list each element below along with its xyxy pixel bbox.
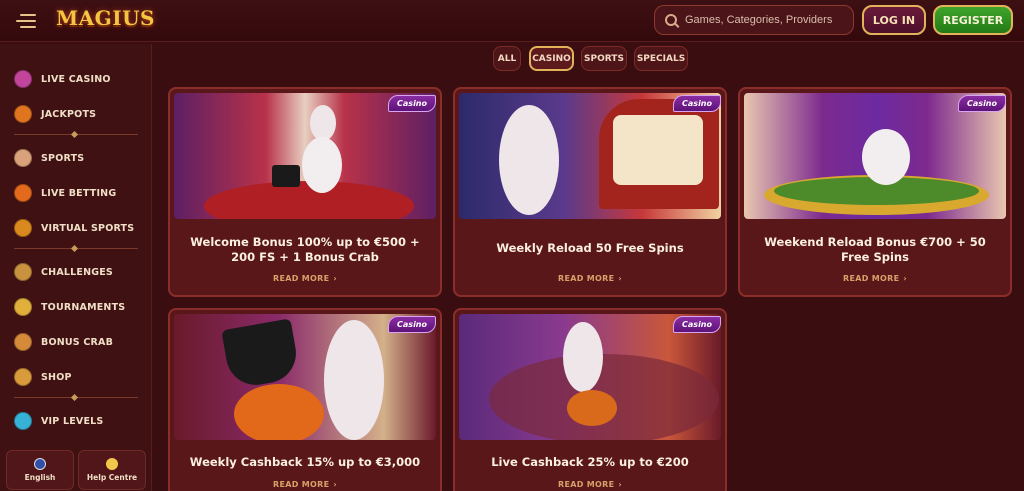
category-badge: Casino [673, 316, 721, 333]
challenges-icon [14, 263, 32, 281]
read-more-label: READ MORE [273, 480, 330, 489]
read-more-label: READ MORE [843, 274, 900, 283]
sidebar-item-jackpots[interactable]: JACKPOTS [14, 103, 96, 125]
help-centre-button[interactable]: Help Centre [78, 450, 146, 490]
login-button[interactable]: LOG IN [862, 5, 926, 35]
filter-sports[interactable]: SPORTS [581, 46, 627, 71]
chat-icon [106, 458, 118, 470]
filter-all[interactable]: ALL [493, 46, 521, 71]
read-more-link[interactable]: READ MORE › [740, 274, 1010, 283]
sidebar-item-label: BONUS CRAB [41, 336, 114, 348]
promo-title: Weekly Cashback 15% up to €3,000 [189, 455, 421, 469]
virtual-sports-icon [14, 219, 32, 237]
category-badge: Casino [673, 95, 721, 112]
sidebar-item-shop[interactable]: SHOP [14, 366, 72, 388]
sidebar-item-label: VIRTUAL SPORTS [41, 222, 135, 234]
sidebar-item-label: TOURNAMENTS [41, 301, 126, 313]
chevron-right-icon: › [618, 274, 622, 283]
live-casino-icon [14, 70, 32, 88]
help-label: Help Centre [86, 473, 138, 482]
sidebar-item-label: SPORTS [41, 152, 85, 164]
sidebar-item-vip-levels[interactable]: VIP LEVELS [14, 410, 103, 432]
category-badge: Casino [388, 316, 436, 333]
sidebar-item-label: JACKPOTS [41, 108, 97, 120]
register-button[interactable]: REGISTER [933, 5, 1013, 35]
promo-title: Welcome Bonus 100% up to €500 + 200 FS +… [190, 235, 420, 264]
read-more-label: READ MORE [558, 480, 615, 489]
filter-specials[interactable]: SPECIALS [634, 46, 688, 71]
jackpots-icon [14, 105, 32, 123]
filter-casino[interactable]: CASINO [529, 46, 574, 71]
sidebar-item-tournaments[interactable]: TOURNAMENTS [14, 296, 125, 318]
read-more-link[interactable]: READ MORE › [455, 480, 725, 489]
promo-card[interactable]: Casino Weekly Reload 50 Free Spins READ … [453, 87, 727, 297]
promo-card[interactable]: Casino Weekly Cashback 15% up to €3,000 … [168, 308, 442, 491]
sidebar-item-bonus-crab[interactable]: BONUS CRAB [14, 331, 113, 353]
promo-card[interactable]: Casino Live Cashback 25% up to €200 READ… [453, 308, 727, 491]
vip-levels-icon [14, 412, 32, 430]
promo-card[interactable]: Casino Welcome Bonus 100% up to €500 + 2… [168, 87, 442, 297]
read-more-label: READ MORE [273, 274, 330, 283]
shop-icon [14, 368, 32, 386]
search-input[interactable] [685, 14, 845, 26]
sidebar-item-label: LIVE BETTING [41, 187, 117, 199]
sidebar-item-label: SHOP [41, 371, 72, 383]
chevron-right-icon: › [618, 480, 622, 489]
search-icon [665, 14, 677, 26]
promo-card[interactable]: Casino Weekend Reload Bonus €700 + 50 Fr… [738, 87, 1012, 297]
promo-title: Live Cashback 25% up to €200 [491, 455, 689, 469]
sidebar-item-sports[interactable]: SPORTS [14, 147, 84, 169]
sports-icon [14, 149, 32, 167]
logo[interactable]: MAGIUS [56, 6, 155, 30]
top-bar: MAGIUS LOG IN REGISTER [0, 0, 1024, 42]
read-more-label: READ MORE [558, 274, 615, 283]
chevron-right-icon: › [903, 274, 907, 283]
read-more-link[interactable]: READ MORE › [170, 274, 440, 283]
search-box[interactable] [654, 5, 854, 35]
read-more-link[interactable]: READ MORE › [170, 480, 440, 489]
bonus-crab-icon [14, 333, 32, 351]
category-badge: Casino [958, 95, 1006, 112]
language-label: English [24, 473, 56, 482]
sidebar-item-label: VIP LEVELS [41, 415, 104, 427]
sidebar-item-challenges[interactable]: CHALLENGES [14, 261, 113, 283]
sidebar-item-label: CHALLENGES [41, 266, 113, 278]
chevron-right-icon: › [333, 274, 337, 283]
sidebar-divider [14, 248, 138, 249]
sidebar-item-live-casino[interactable]: LIVE CASINO [14, 68, 111, 90]
category-badge: Casino [388, 95, 436, 112]
sidebar-item-live-betting[interactable]: LIVE BETTING [14, 182, 116, 204]
promo-title: Weekly Reload 50 Free Spins [496, 241, 684, 255]
menu-icon[interactable] [16, 12, 38, 30]
sidebar-divider [14, 397, 138, 398]
promo-title: Weekend Reload Bonus €700 + 50 Free Spin… [764, 235, 986, 264]
sidebar: LIVE CASINO JACKPOTS SPORTS LIVE BETTING… [0, 44, 152, 491]
tournaments-icon [14, 298, 32, 316]
uk-flag-icon [34, 458, 46, 470]
sidebar-item-label: LIVE CASINO [41, 73, 111, 85]
read-more-link[interactable]: READ MORE › [455, 274, 725, 283]
chevron-right-icon: › [333, 480, 337, 489]
language-button[interactable]: English [6, 450, 74, 490]
live-betting-icon [14, 184, 32, 202]
sidebar-item-virtual-sports[interactable]: VIRTUAL SPORTS [14, 217, 134, 239]
sidebar-divider [14, 134, 138, 135]
